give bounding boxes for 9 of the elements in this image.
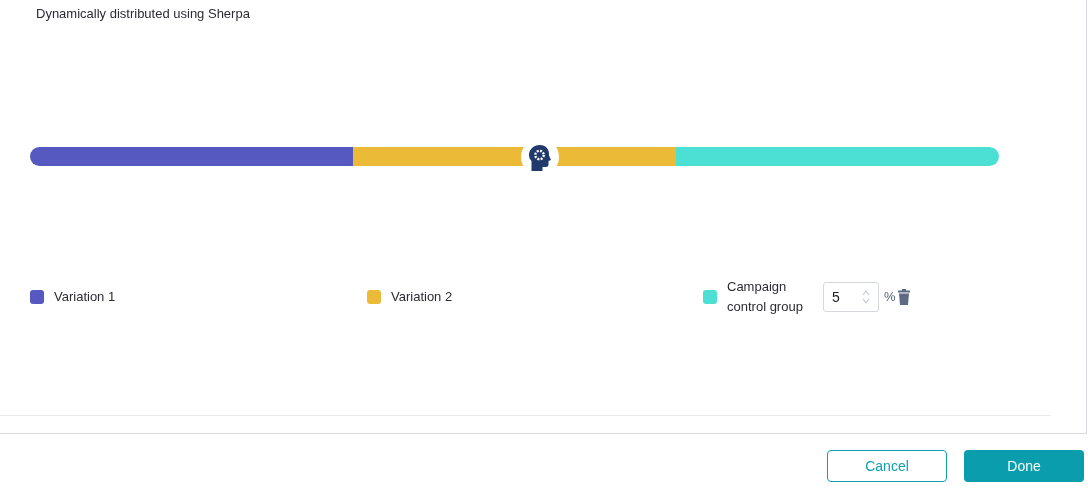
legend-label: Variation 1 xyxy=(54,288,116,307)
subtitle: Dynamically distributed using Sherpa xyxy=(36,5,250,23)
unit-label: % xyxy=(884,288,896,307)
number-field[interactable]: 5 xyxy=(823,282,879,312)
legend-label: Variation 2 xyxy=(391,288,453,307)
trash-icon[interactable] xyxy=(897,289,910,305)
done-button[interactable]: Done xyxy=(964,450,1084,482)
legend-label: Campaign control group xyxy=(727,278,804,316)
cancel-button[interactable]: Cancel xyxy=(827,450,947,482)
